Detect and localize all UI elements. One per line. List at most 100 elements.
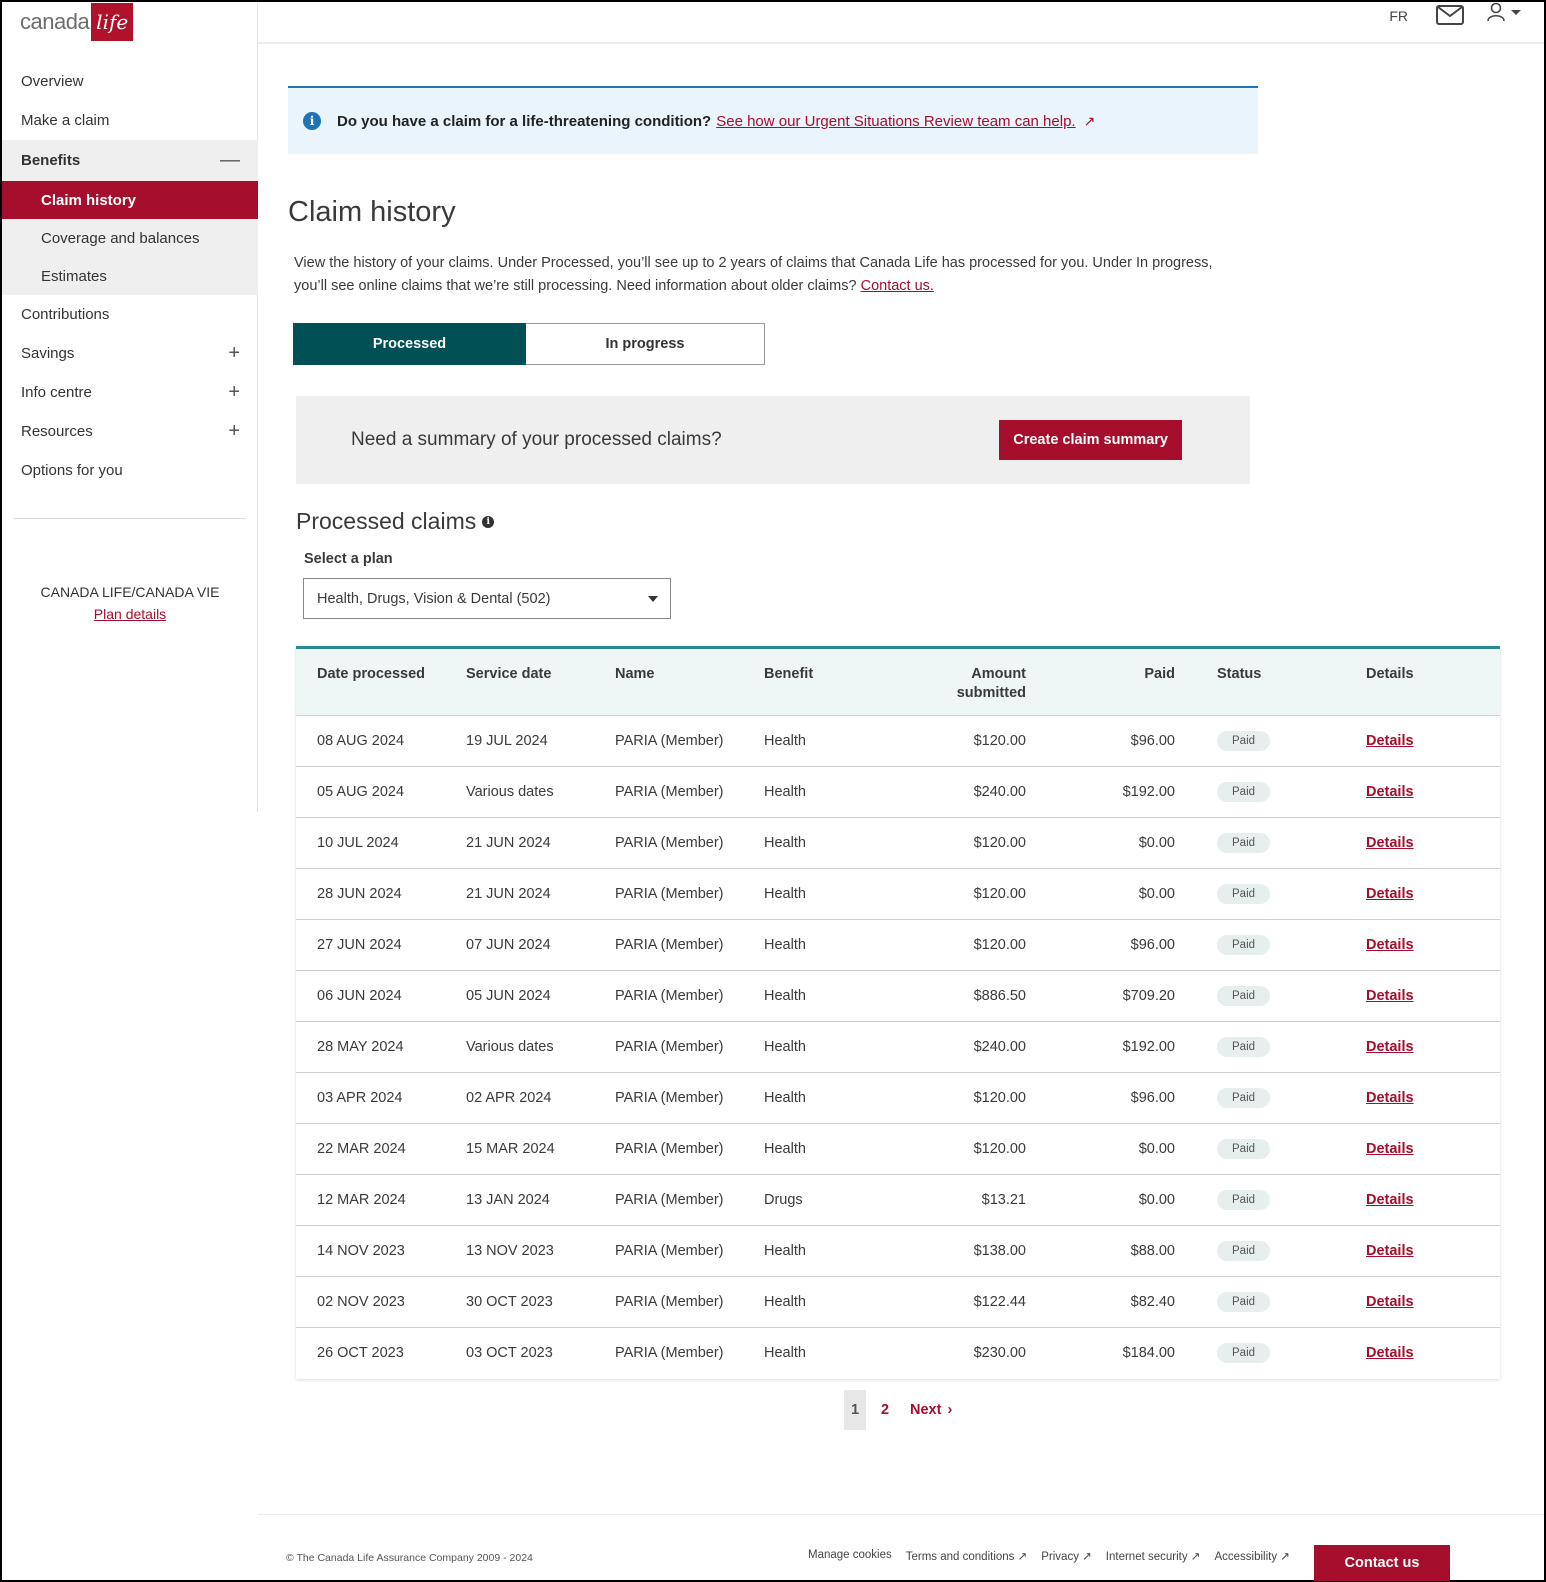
expand-icon[interactable]: +	[228, 381, 240, 404]
date-processed-cell: 28 MAY 2024	[296, 1021, 466, 1073]
sidebar-item-label: Coverage and balances	[41, 229, 200, 247]
footer-link-accessibility[interactable]: Accessibility ↗	[1214, 1549, 1289, 1563]
tab-processed[interactable]: Processed	[293, 323, 526, 365]
sidebar-item-label: Make a claim	[21, 112, 110, 129]
sidebar-item-coverage-and-balances[interactable]: Coverage and balances	[2, 219, 258, 257]
details-link[interactable]: Details	[1366, 733, 1414, 749]
logo[interactable]: canada life	[20, 2, 134, 42]
details-link[interactable]: Details	[1366, 886, 1414, 902]
plan-details-link[interactable]: Plan details	[2, 606, 258, 622]
contact-us-button[interactable]: Contact us	[1314, 1545, 1450, 1581]
plan-select[interactable]: Health, Drugs, Vision & Dental (502)	[303, 578, 671, 619]
info-tooltip-icon[interactable]: i	[482, 515, 495, 528]
page-1-button[interactable]: 1	[844, 1390, 866, 1430]
table-row: 08 AUG 2024 19 JUL 2024 PARIA (Member) Heal…	[296, 715, 1500, 767]
status-badge: Paid	[1217, 935, 1271, 955]
sidebar-item-resources[interactable]: Resources +	[2, 412, 258, 451]
benefit-cell: Health	[764, 1123, 854, 1175]
name-cell: PARIA (Member)	[615, 715, 764, 767]
sidebar-item-claim-history[interactable]: Claim history	[2, 181, 258, 219]
column-header: Benefit	[764, 666, 814, 682]
sidebar-item-estimates[interactable]: Estimates	[2, 257, 258, 295]
sidebar-item-overview[interactable]: Overview	[2, 62, 258, 101]
benefit-cell: Health	[764, 715, 854, 767]
details-cell: Details	[1324, 1327, 1500, 1379]
details-link[interactable]: Details	[1366, 1192, 1414, 1208]
date-processed-cell: 08 AUG 2024	[296, 715, 466, 767]
footer-link-privacy[interactable]: Privacy ↗	[1041, 1549, 1092, 1563]
status-cell: Paid	[1175, 868, 1324, 920]
sidebar-item-label: Overview	[21, 73, 84, 90]
date-processed-cell: 26 OCT 2023	[296, 1327, 466, 1379]
details-cell: Details	[1324, 970, 1500, 1022]
paid-cell: $96.00	[1026, 919, 1175, 971]
urgent-review-link[interactable]: See how our Urgent Situations Review tea…	[716, 113, 1075, 130]
sidebar-item-make-a-claim[interactable]: Make a claim	[2, 101, 258, 140]
footer-link-internet-security[interactable]: Internet security ↗	[1106, 1549, 1201, 1563]
details-cell: Details	[1324, 1225, 1500, 1277]
status-badge: Paid	[1217, 1343, 1271, 1364]
page-2-button[interactable]: 2	[874, 1390, 896, 1430]
table-row: 22 MAR 2024 15 MAR 2024 PARIA (Member) Heal…	[296, 1123, 1500, 1175]
details-link[interactable]: Details	[1366, 1345, 1414, 1361]
footer-link-manage-cookies[interactable]: Manage cookies	[808, 1549, 892, 1563]
create-claim-summary-button[interactable]: Create claim summary	[999, 420, 1182, 460]
contact-us-link[interactable]: Contact us.	[861, 278, 934, 294]
logo-mark: life	[91, 3, 134, 41]
expand-icon[interactable]: +	[228, 342, 240, 365]
name-cell: PARIA (Member)	[615, 817, 764, 869]
sidebar-item-label: Benefits	[21, 152, 81, 169]
details-cell: Details	[1324, 1021, 1500, 1073]
intro-body: View the history of your claims. Under P…	[294, 255, 1213, 294]
envelope-icon[interactable]	[1436, 5, 1464, 25]
details-link[interactable]: Details	[1366, 835, 1414, 851]
column-header: Date processed	[317, 666, 425, 682]
copyright: © The Canada Life Assurance Company 2009…	[286, 1552, 533, 1564]
service-date-cell: 13 JAN 2024	[466, 1174, 615, 1226]
status-badge: Paid	[1217, 1139, 1271, 1159]
paid-cell: $192.00	[1026, 1021, 1175, 1073]
sidebar-item-options-for-you[interactable]: Options for you	[2, 451, 258, 490]
service-date-cell: Various dates	[466, 1021, 615, 1073]
amount-submitted-cell: $240.00	[854, 1021, 1026, 1073]
service-date-cell: 21 JUN 2024	[466, 868, 615, 920]
status-cell: Paid	[1175, 1174, 1324, 1226]
user-icon[interactable]	[1486, 2, 1524, 24]
sidebar-item-benefits[interactable]: Benefits —	[2, 140, 258, 181]
details-link[interactable]: Details	[1366, 1090, 1414, 1106]
amount-submitted-cell: $120.00	[854, 868, 1026, 920]
benefit-cell: Health	[764, 1021, 854, 1073]
sidebar-item-savings[interactable]: Savings +	[2, 334, 258, 373]
sidebar-item-label: Info centre	[21, 384, 92, 401]
plan-info: CANADA LIFE/CANADA VIE Plan details	[2, 584, 258, 622]
expand-icon[interactable]: +	[228, 420, 240, 443]
details-cell: Details	[1324, 1072, 1500, 1124]
next-page-button[interactable]: Next ›	[910, 1390, 952, 1430]
status-badge: Paid	[1217, 731, 1271, 751]
details-link[interactable]: Details	[1366, 988, 1414, 1004]
status-cell: Paid	[1175, 919, 1324, 971]
sidebar-item-label: Resources	[21, 423, 93, 440]
sidebar-item-info-centre[interactable]: Info centre +	[2, 373, 258, 412]
amount-submitted-cell: $120.00	[854, 919, 1026, 971]
status-badge: Paid	[1217, 1241, 1271, 1261]
plan-name: CANADA LIFE/CANADA VIE	[40, 584, 220, 600]
amount-submitted-cell: $120.00	[854, 1123, 1026, 1175]
details-link[interactable]: Details	[1366, 1141, 1414, 1157]
language-toggle[interactable]: FR	[1389, 8, 1408, 24]
details-link[interactable]: Details	[1366, 1039, 1414, 1055]
sidebar: canada life Overview Make a claim Benefi…	[2, 2, 258, 812]
tab-in-progress[interactable]: In progress	[526, 323, 765, 365]
details-link[interactable]: Details	[1366, 937, 1414, 953]
service-date-cell: Various dates	[466, 766, 615, 818]
date-processed-cell: 22 MAR 2024	[296, 1123, 466, 1175]
details-link[interactable]: Details	[1366, 1243, 1414, 1259]
sidebar-item-contributions[interactable]: Contributions	[2, 295, 258, 334]
details-link[interactable]: Details	[1366, 784, 1414, 800]
amount-submitted-cell: $120.00	[854, 817, 1026, 869]
details-link[interactable]: Details	[1366, 1294, 1414, 1310]
collapse-icon[interactable]: —	[220, 149, 240, 172]
urgent-review-banner: i Do you have a claim for a life-threate…	[288, 86, 1258, 154]
service-date-cell: 30 OCT 2023	[466, 1276, 615, 1328]
footer-link-terms[interactable]: Terms and conditions ↗	[906, 1549, 1028, 1563]
